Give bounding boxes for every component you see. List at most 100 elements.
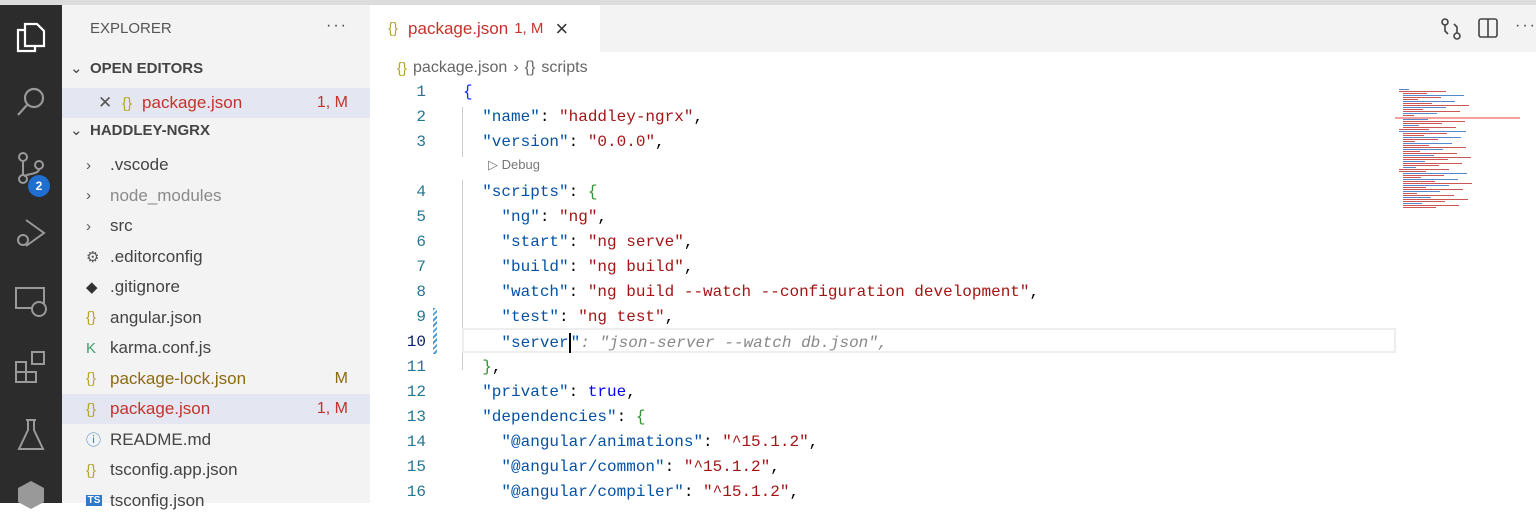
- file-tree-item[interactable]: {} angular.json: [62, 303, 370, 333]
- code-line[interactable]: "name": "haddley-ngrx",: [463, 108, 703, 126]
- file-tree-item[interactable]: › node_modules: [62, 181, 370, 211]
- project-label: HADDLEY-NGRX: [90, 121, 211, 139]
- extensions-icon[interactable]: [11, 347, 51, 387]
- minimap-line: [1403, 101, 1455, 102]
- close-tab-button[interactable]: ×: [555, 16, 568, 42]
- file-name: .vscode: [110, 155, 169, 174]
- editor-more-icon[interactable]: ···: [1515, 17, 1536, 35]
- search-icon[interactable]: [11, 82, 51, 122]
- minimap-line: [1403, 163, 1462, 164]
- code-token: "watch": [463, 283, 569, 301]
- code-token: ,: [597, 208, 608, 226]
- code-token: "@angular/compiler": [463, 483, 684, 501]
- breadcrumb-file[interactable]: package.json: [413, 59, 507, 77]
- line-number: 7: [416, 258, 426, 276]
- code-line[interactable]: "@angular/animations": "^15.1.2",: [463, 433, 818, 451]
- explorer-icon[interactable]: [11, 17, 51, 57]
- open-editor-item[interactable]: ✕ {} package.json 1, M: [62, 88, 370, 118]
- minimap-line: [1403, 95, 1464, 96]
- code-line[interactable]: "version": "0.0.0",: [463, 133, 664, 151]
- remote-explorer-icon[interactable]: [11, 281, 51, 321]
- code-token: "ng": [463, 208, 540, 226]
- minimap-line: [1403, 151, 1420, 152]
- code-line[interactable]: "server|": "json-server --watch db.json"…: [463, 333, 887, 353]
- code-token: ": [570, 334, 581, 353]
- line-number: 1: [416, 83, 426, 101]
- file-tree-item[interactable]: › src: [62, 211, 370, 241]
- code-token: : "json-server --watch db.json",: [580, 334, 888, 353]
- tab-status: 1, M: [514, 20, 544, 37]
- file-status: M: [334, 369, 348, 387]
- file-tree-item[interactable]: {} tsconfig.app.json: [62, 455, 370, 485]
- minimap-line: [1403, 177, 1421, 178]
- code-token: "test": [463, 308, 560, 326]
- minimap-line: [1403, 141, 1415, 142]
- file-tree-item[interactable]: TS tsconfig.json: [62, 486, 370, 516]
- code-token: ,: [693, 108, 704, 126]
- file-tree-item[interactable]: Kkarma.conf.js: [62, 333, 370, 363]
- code-line[interactable]: },: [463, 358, 501, 376]
- kubernetes-icon[interactable]: [11, 475, 51, 515]
- code-line[interactable]: "dependencies": {: [463, 408, 645, 426]
- project-header[interactable]: ⌄ HADDLEY-NGRX: [62, 115, 370, 145]
- code-token: true: [587, 383, 627, 401]
- minimap-line: [1403, 113, 1437, 114]
- file-tree-item[interactable]: {} package.json 1, M: [62, 394, 370, 424]
- code-line[interactable]: "build": "ng build",: [463, 258, 693, 276]
- minimap-line: [1403, 193, 1417, 194]
- file-tree-item[interactable]: ⚙ .editorconfig: [62, 242, 370, 272]
- minimap-line: [1399, 91, 1446, 92]
- minimap[interactable]: [1395, 85, 1520, 215]
- code-line[interactable]: "watch": "ng build --watch --configurati…: [463, 283, 1039, 301]
- more-actions-button[interactable]: ···: [326, 17, 348, 35]
- minimap-line: [1403, 181, 1435, 182]
- code-line[interactable]: "@angular/compiler": "^15.1.2",: [463, 483, 799, 501]
- json-icon: {}: [86, 370, 97, 387]
- code-line[interactable]: "private": true,: [463, 383, 636, 401]
- minimap-line: [1403, 143, 1452, 144]
- tab-package-json[interactable]: {} package.json 1, M ×: [370, 5, 600, 52]
- breadcrumb-symbol[interactable]: scripts: [541, 59, 587, 77]
- minimap-line: [1403, 185, 1449, 186]
- code-token: "@angular/animations": [463, 433, 704, 451]
- split-editor-icon[interactable]: [1478, 18, 1498, 43]
- file-tree-item[interactable]: › .vscode: [62, 150, 370, 180]
- file-name: package.json: [110, 399, 211, 418]
- code-token: "^15.1.2": [683, 458, 771, 476]
- code-line[interactable]: "@angular/common": "^15.1.2",: [463, 458, 779, 476]
- minimap-line: [1403, 183, 1472, 184]
- file-tree-item[interactable]: {} package-lock.json M: [62, 364, 370, 394]
- code-token: :: [568, 383, 588, 401]
- file-tree-item[interactable]: ◆ .gitignore: [62, 272, 370, 302]
- code-token: :: [568, 233, 588, 251]
- minimap-line: [1403, 99, 1418, 100]
- minimap-line: [1399, 171, 1426, 172]
- minimap-line: [1403, 161, 1425, 162]
- code-token: }: [463, 358, 492, 376]
- code-line[interactable]: "test": "ng test",: [463, 308, 674, 326]
- minimap-line: [1403, 105, 1469, 106]
- codelens-debug[interactable]: ▷ Debug: [488, 157, 540, 173]
- testing-icon[interactable]: [11, 415, 51, 455]
- close-icon[interactable]: ✕: [98, 93, 122, 113]
- json-icon: {}: [388, 20, 399, 37]
- line-number: 10: [406, 333, 426, 351]
- code-line[interactable]: {: [463, 83, 473, 101]
- minimap-line: [1399, 129, 1429, 130]
- open-changes-icon[interactable]: [1440, 17, 1462, 46]
- code-token: "^15.1.2": [703, 483, 790, 501]
- open-editors-header[interactable]: ⌄ OPEN EDITORS: [62, 53, 370, 83]
- chevron-down-icon: ⌄: [70, 122, 83, 139]
- minimap-line: [1403, 207, 1436, 208]
- code-line[interactable]: "ng": "ng",: [463, 208, 607, 226]
- code-token: :: [568, 133, 588, 151]
- run-debug-icon[interactable]: [11, 213, 51, 253]
- file-tree-item[interactable]: ⓘ README.md: [62, 425, 370, 455]
- minimap-line: [1403, 205, 1459, 206]
- code-line[interactable]: "start": "ng serve",: [463, 233, 693, 251]
- minimap-line: [1403, 103, 1432, 104]
- minimap-line: [1403, 147, 1466, 148]
- code-line[interactable]: "scripts": {: [463, 183, 597, 201]
- minimap-line: [1403, 201, 1445, 202]
- code-token: :: [568, 258, 588, 276]
